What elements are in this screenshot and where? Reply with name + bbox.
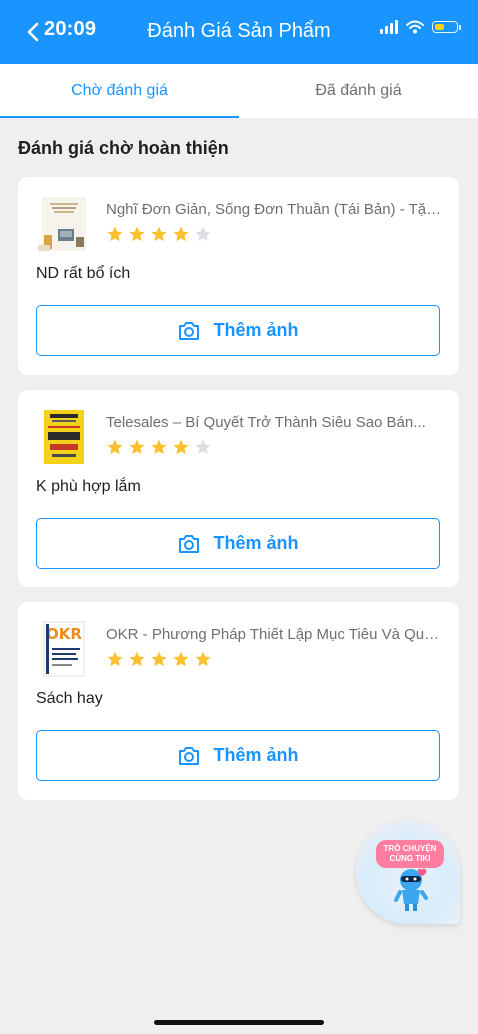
product-name[interactable]: Telesales – Bí Quyết Trở Thành Siêu Sao …: [106, 414, 444, 431]
review-text: Sách hay: [36, 690, 103, 707]
star-filled-icon[interactable]: [150, 225, 168, 243]
review-text: ND rất bổ ích: [36, 265, 131, 282]
review-card: Nghĩ Đơn Giản, Sống Đơn Thuần (Tái Bản) …: [18, 177, 459, 375]
star-filled-icon[interactable]: [128, 438, 146, 456]
star-filled-icon[interactable]: [106, 225, 124, 243]
chat-with-tiki-button[interactable]: TRÒ CHUYỆN CÙNG TIKI: [356, 820, 460, 924]
add-photo-label: Thêm ảnh: [213, 320, 299, 340]
review-card: OKR OKR - Phương Pháp Thiết Lập Mục Tiêu…: [18, 602, 459, 800]
battery-icon: [432, 21, 461, 33]
product-thumbnail[interactable]: [38, 408, 90, 466]
product-thumbnail[interactable]: [38, 195, 90, 253]
add-photo-button[interactable]: Thêm ảnh: [36, 518, 440, 569]
review-card: Telesales – Bí Quyết Trở Thành Siêu Sao …: [18, 390, 459, 587]
product-name[interactable]: OKR - Phương Pháp Thiết Lập Mục Tiêu Và …: [106, 626, 444, 643]
review-tabs: Chờ đánh giá Đã đánh giá: [0, 64, 478, 118]
star-filled-icon[interactable]: [172, 438, 190, 456]
star-filled-icon[interactable]: [150, 438, 168, 456]
star-filled-icon[interactable]: [106, 650, 124, 668]
app-header: 20:09 Đánh Giá Sản Phẩm: [0, 0, 478, 64]
wifi-icon: [406, 20, 424, 34]
add-photo-label: Thêm ảnh: [213, 533, 299, 553]
add-photo-label: Thêm ảnh: [213, 745, 299, 765]
svg-text:OKR: OKR: [46, 625, 82, 643]
home-indicator: [154, 1020, 324, 1025]
star-rating[interactable]: [106, 650, 212, 668]
star-filled-icon[interactable]: [106, 438, 124, 456]
camera-icon: [179, 534, 200, 553]
star-filled-icon[interactable]: [194, 650, 212, 668]
star-empty-icon[interactable]: [194, 225, 212, 243]
star-rating[interactable]: [106, 225, 212, 243]
camera-icon: [179, 746, 200, 765]
review-text: K phù hợp lắm: [36, 478, 141, 495]
status-icons: [380, 20, 461, 34]
tab-pending-review[interactable]: Chờ đánh giá: [0, 64, 239, 118]
product-name[interactable]: Nghĩ Đơn Giản, Sống Đơn Thuần (Tái Bản) …: [106, 201, 444, 218]
product-thumbnail[interactable]: OKR: [38, 620, 90, 678]
star-filled-icon[interactable]: [172, 225, 190, 243]
tiki-mascot-icon: [394, 868, 428, 911]
camera-icon: [179, 321, 200, 340]
star-empty-icon[interactable]: [194, 438, 212, 456]
chat-label: TRÒ CHUYỆN CÙNG TIKI: [376, 840, 444, 868]
add-photo-button[interactable]: Thêm ảnh: [36, 730, 440, 781]
add-photo-button[interactable]: Thêm ảnh: [36, 305, 440, 356]
star-rating[interactable]: [106, 438, 212, 456]
star-filled-icon[interactable]: [128, 225, 146, 243]
star-filled-icon[interactable]: [172, 650, 190, 668]
section-title: Đánh giá chờ hoàn thiện: [18, 138, 229, 158]
signal-icon: [380, 20, 398, 34]
tab-reviewed[interactable]: Đã đánh giá: [239, 64, 478, 118]
star-filled-icon[interactable]: [128, 650, 146, 668]
star-filled-icon[interactable]: [150, 650, 168, 668]
